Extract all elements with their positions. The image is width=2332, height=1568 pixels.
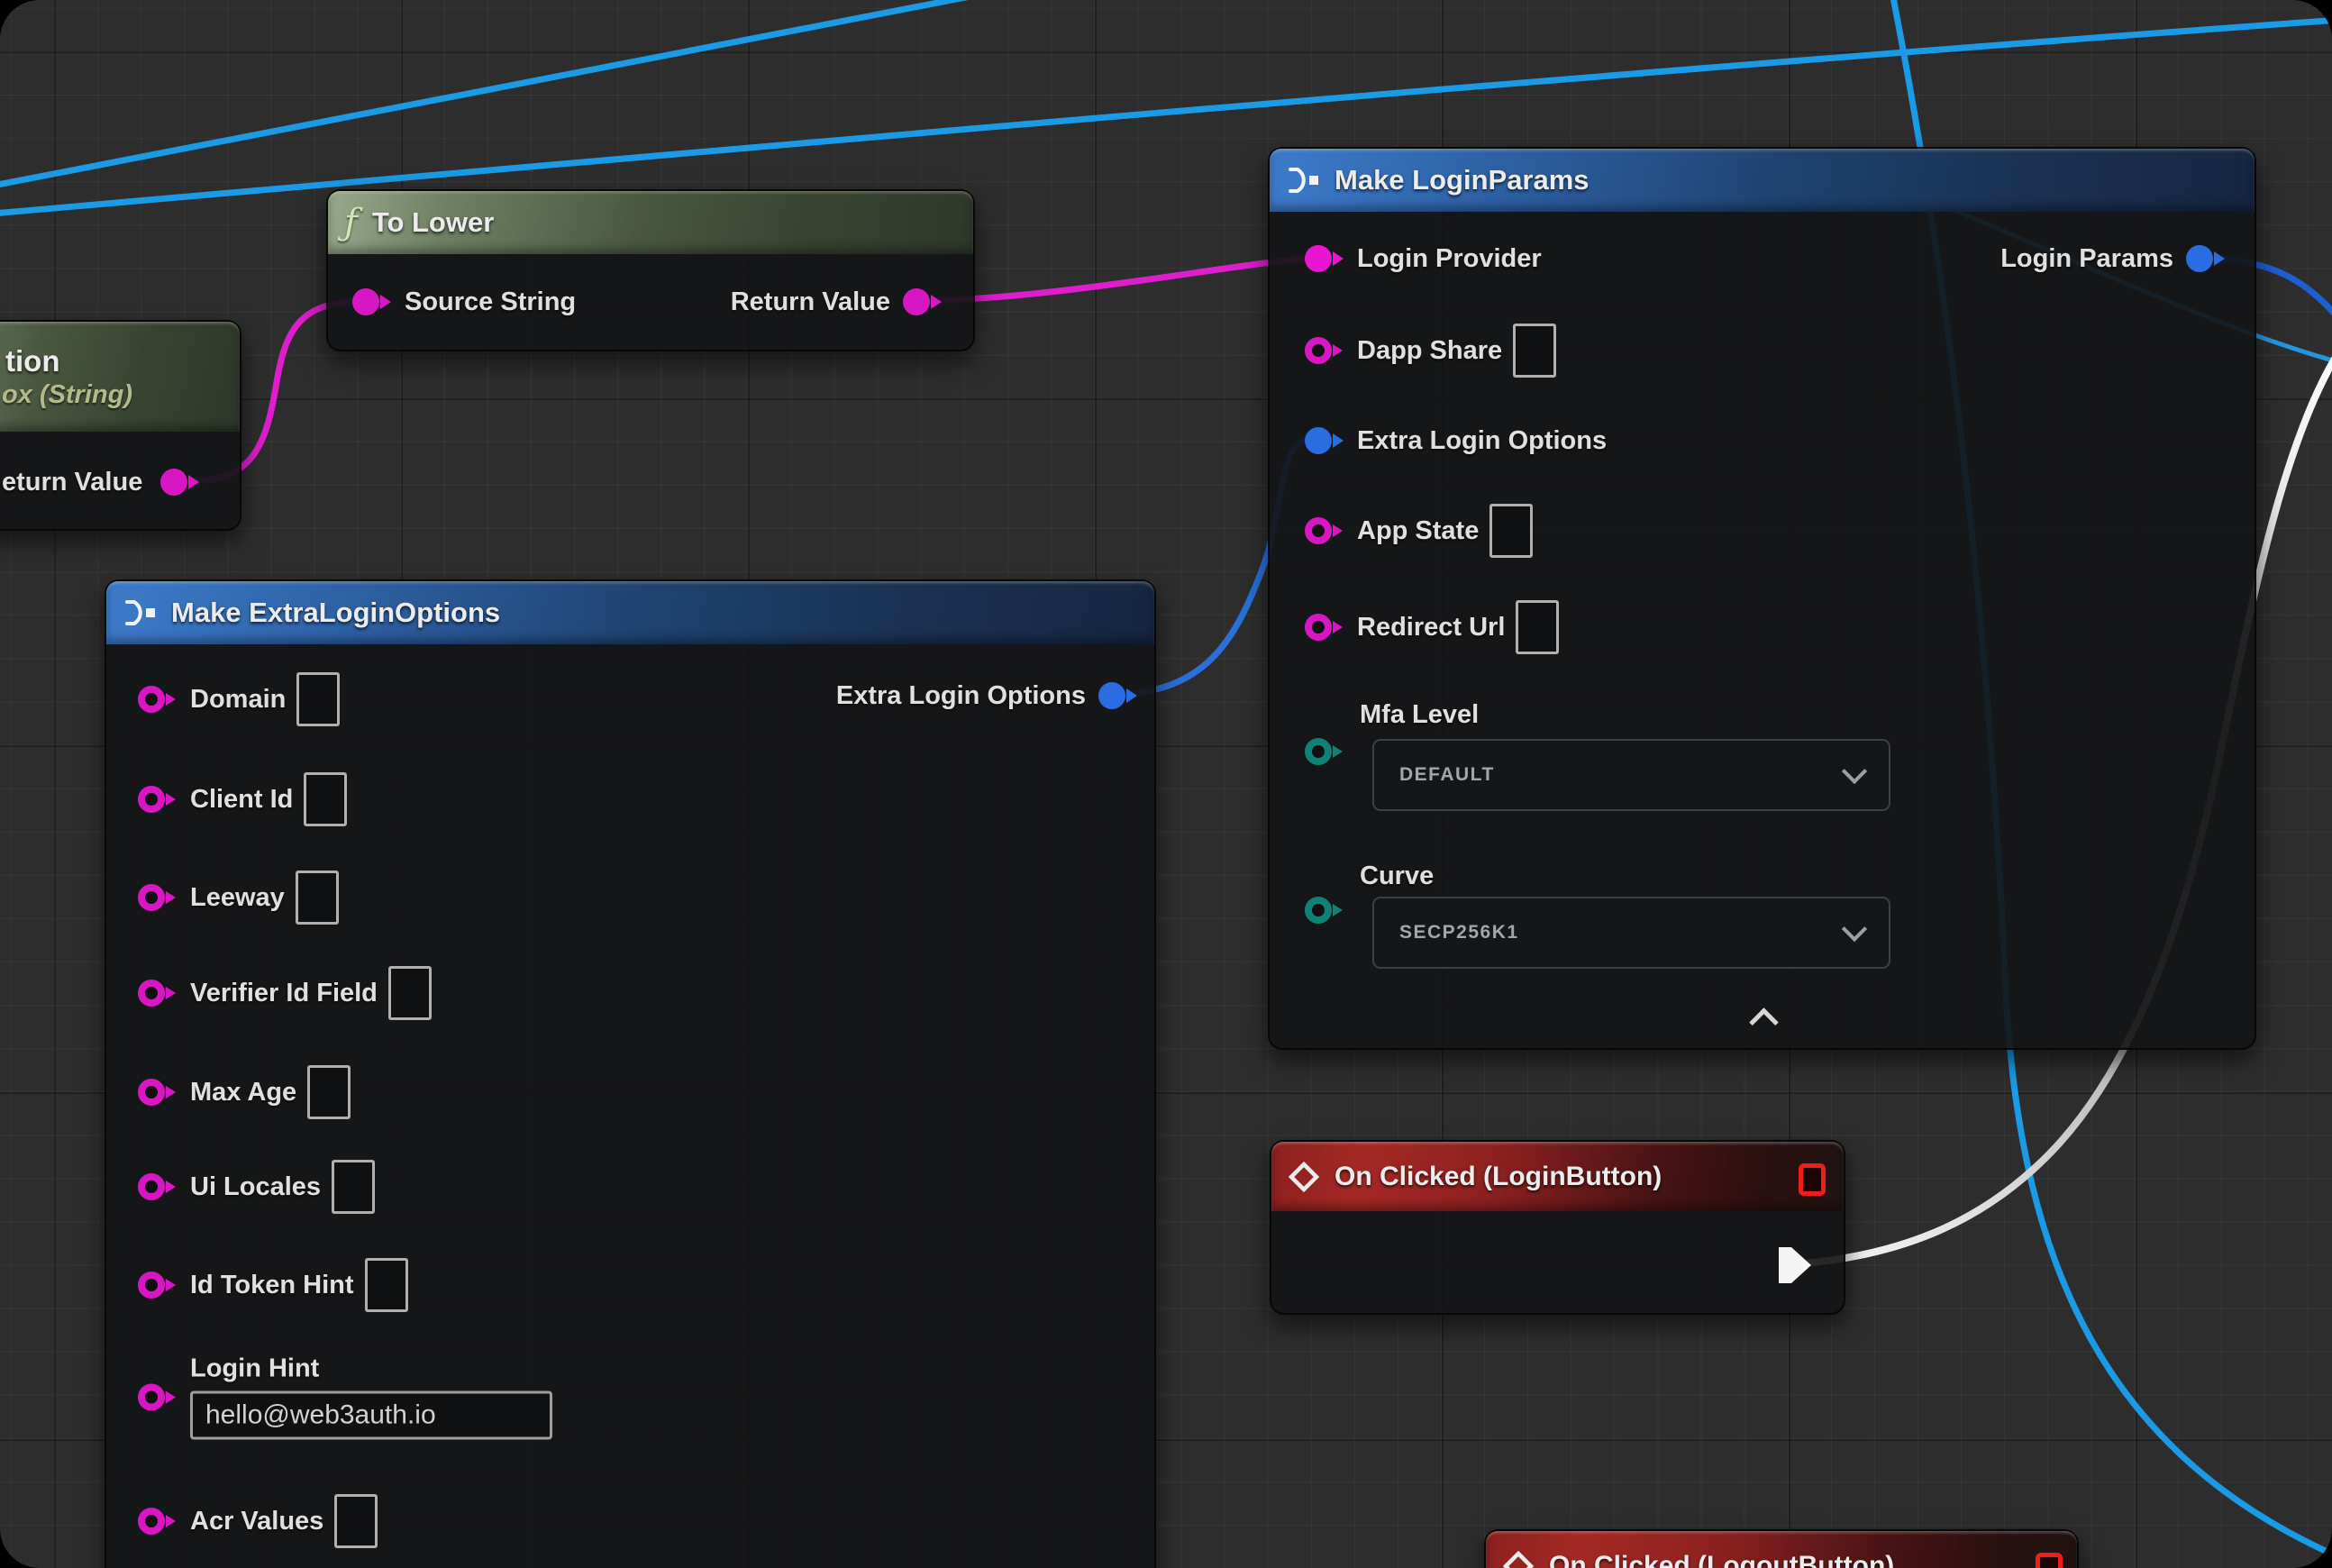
node-make-login-params-header[interactable]: Make LoginParams: [1270, 149, 2255, 212]
pin-label: Login Provider: [1357, 244, 1542, 274]
pin-label: Dapp Share: [1357, 336, 1502, 366]
pin-label: Client Id: [190, 785, 293, 815]
pin-label-return-value: eturn Value: [2, 468, 142, 497]
pin-label: Extra Login Options: [1357, 426, 1607, 456]
function-icon: ƒ: [344, 205, 358, 241]
input-pin-source-string[interactable]: [351, 284, 394, 320]
pin-label: Leeway: [190, 883, 285, 913]
collapse-node-button[interactable]: [1749, 1007, 1779, 1037]
leeway-value-field[interactable]: [296, 871, 339, 925]
pin-label: App State: [1357, 516, 1479, 546]
output-pin-return-value[interactable]: [901, 284, 944, 320]
wire-string-provider[interactable]: [917, 258, 1321, 301]
node-make-extra-login-options-header[interactable]: Make ExtraLoginOptions: [106, 581, 1154, 644]
input-pin-domain[interactable]: [136, 681, 179, 717]
output-pin-login-params[interactable]: [2184, 241, 2227, 277]
input-pin-verifier-id-field[interactable]: [136, 975, 179, 1011]
node-make-login-params[interactable]: Make LoginParams Login Params Login Prov…: [1268, 147, 2256, 1050]
curve-label: Curve: [1360, 861, 1434, 891]
node-partial-function[interactable]: tion ox (String) eturn Value: [0, 320, 241, 531]
output-pin-string[interactable]: [159, 464, 202, 500]
input-pin-dapp-share[interactable]: [1303, 333, 1346, 369]
input-pin-id-token-hint[interactable]: [136, 1267, 179, 1303]
ui-locales-value-field[interactable]: [332, 1160, 375, 1214]
node-partial-function-header[interactable]: tion ox (String): [0, 322, 240, 432]
input-pin-leeway[interactable]: [136, 880, 179, 916]
pin-label: Id Token Hint: [190, 1271, 354, 1300]
input-pin-mfa-level[interactable]: [1303, 734, 1346, 770]
pin-label: Acr Values: [190, 1507, 323, 1536]
app-state-value-field[interactable]: [1489, 504, 1533, 558]
pin-label-login-params-out: Login Params: [2000, 244, 2173, 274]
wire-blue-top-left[interactable]: [0, 0, 998, 186]
chevron-down-icon: [1842, 916, 1867, 942]
event-icon: [1288, 1161, 1320, 1193]
node-title: Make LoginParams: [1335, 164, 1590, 196]
redirect-url-value-field[interactable]: [1516, 600, 1559, 654]
pin-label: Max Age: [190, 1078, 296, 1108]
input-pin-login-hint[interactable]: [136, 1379, 179, 1415]
mfa-level-label: Mfa Level: [1360, 700, 1479, 730]
input-pin-app-state[interactable]: [1303, 513, 1346, 549]
input-pin-extra-login-options[interactable]: [1303, 423, 1346, 459]
node-title: Make ExtraLoginOptions: [171, 597, 500, 629]
node-make-extra-login-options[interactable]: Make ExtraLoginOptions Extra Login Optio…: [105, 579, 1156, 1568]
curve-dropdown[interactable]: SECP256K1: [1372, 897, 1890, 969]
mfa-level-value: DEFAULT: [1399, 764, 1495, 786]
pin-label: Domain: [190, 685, 286, 715]
node-on-clicked-login-header[interactable]: On Clicked (LoginButton): [1271, 1142, 1844, 1211]
input-pin-curve[interactable]: [1303, 892, 1346, 928]
pin-label: Ui Locales: [190, 1172, 321, 1202]
input-pin-ui-locales[interactable]: [136, 1169, 179, 1205]
pin-label: Redirect Url: [1357, 613, 1505, 643]
acr-values-value-field[interactable]: [334, 1494, 378, 1548]
blueprint-canvas[interactable]: tion ox (String) eturn Value ƒ To Lower …: [0, 0, 2332, 1568]
node-title: On Clicked (LoginButton): [1335, 1162, 1662, 1192]
pin-label: Verifier Id Field: [190, 979, 378, 1008]
delegate-icon: [1799, 1163, 1826, 1196]
exec-output-pin[interactable]: [1777, 1245, 1813, 1285]
node-on-clicked-logout-header[interactable]: On Clicked (LogoutButton): [1486, 1531, 2077, 1568]
node-subtitle: ox (String): [2, 380, 132, 410]
chevron-down-icon: [1842, 759, 1867, 784]
client-id-value-field[interactable]: [304, 772, 347, 826]
node-to-lower[interactable]: ƒ To Lower Source String Return Value: [326, 189, 975, 351]
dapp-share-value-field[interactable]: [1513, 324, 1556, 378]
input-pin-login-provider[interactable]: [1303, 241, 1346, 277]
pin-label-extra-login-options-out: Extra Login Options: [836, 681, 1086, 711]
domain-value-field[interactable]: [296, 672, 340, 726]
make-struct-icon: [123, 598, 157, 627]
curve-value: SECP256K1: [1399, 922, 1519, 944]
node-title: tion: [5, 344, 59, 378]
node-on-clicked-login-button[interactable]: On Clicked (LoginButton): [1270, 1140, 1845, 1315]
input-pin-client-id[interactable]: [136, 781, 179, 817]
node-title: To Lower: [372, 206, 494, 239]
login-hint-input[interactable]: hello@web3auth.io: [190, 1391, 552, 1440]
output-pin-extra-login-options[interactable]: [1097, 678, 1140, 714]
event-icon: [1502, 1550, 1535, 1568]
pin-label: Login Hint: [190, 1354, 552, 1384]
pin-label-return-value: Return Value: [731, 287, 890, 317]
input-pin-acr-values[interactable]: [136, 1503, 179, 1539]
node-title: On Clicked (LogoutButton): [1549, 1551, 1894, 1568]
node-on-clicked-logout-button[interactable]: On Clicked (LogoutButton): [1484, 1529, 2079, 1568]
mfa-level-dropdown[interactable]: DEFAULT: [1372, 739, 1890, 811]
delegate-icon: [2036, 1553, 2063, 1568]
max-age-value-field[interactable]: [307, 1065, 351, 1119]
input-pin-redirect-url[interactable]: [1303, 609, 1346, 645]
pin-label-source-string: Source String: [405, 287, 576, 317]
input-pin-max-age[interactable]: [136, 1074, 179, 1110]
id-token-hint-value-field[interactable]: [365, 1258, 408, 1312]
node-to-lower-header[interactable]: ƒ To Lower: [328, 191, 973, 254]
make-struct-icon: [1286, 166, 1320, 195]
verifier-id-value-field[interactable]: [388, 966, 432, 1020]
